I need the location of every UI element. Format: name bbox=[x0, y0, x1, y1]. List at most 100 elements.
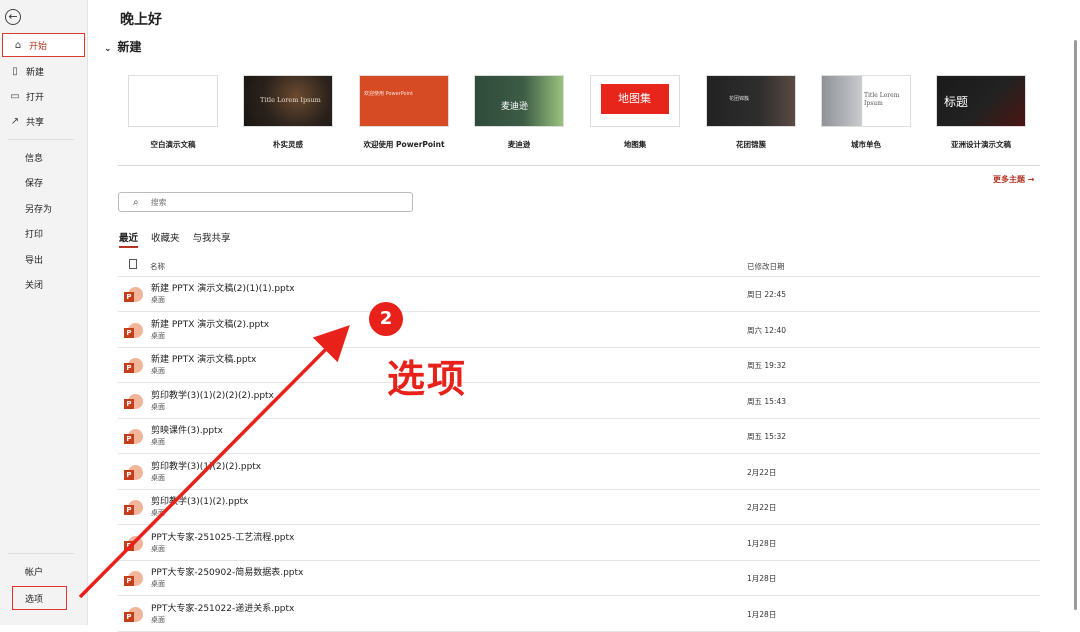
nav-new[interactable]: ▯ 新建 bbox=[0, 59, 87, 83]
nav-home-label: 开始 bbox=[29, 41, 48, 52]
file-name: 新建 PPTX 演示文稿(2)(1)(1).pptx bbox=[151, 284, 295, 294]
arrow-left-icon[interactable]: ← bbox=[5, 9, 21, 25]
annotation-label: 选项 bbox=[387, 357, 468, 401]
document-icon bbox=[129, 259, 137, 269]
template-thumb-text: Title Lorem Ipsum bbox=[864, 92, 900, 107]
tab-recent[interactable]: 最近 bbox=[119, 230, 139, 248]
template-atlas[interactable]: 地图集 地图集 bbox=[590, 75, 680, 150]
template-gallery: 空白演示文稿 Title Lorem Ipsum 朴实灵感 欢迎使用 Power… bbox=[128, 75, 1028, 155]
backstage-sidebar: ← ⌂ 开始 ▯ 新建 ▭ 打开 ↗ 共享 信息 保存 另存为 打印 导出 关闭… bbox=[0, 0, 88, 625]
column-modified[interactable]: 已修改日期 bbox=[747, 261, 785, 272]
file-row[interactable]: P 剪印教学(3)(1)(2)(2).pptx 桌面 2月22日 bbox=[118, 454, 1040, 490]
nav-save-as[interactable]: 另存为 bbox=[0, 196, 87, 220]
new-section-toggle[interactable]: ⌄ 新建 bbox=[104, 38, 142, 55]
file-location: 桌面 bbox=[151, 296, 165, 304]
backstage-main: 晚上好 ⌄ 新建 空白演示文稿 Title Lorem Ipsum 朴实灵感 欢迎… bbox=[88, 0, 1080, 632]
nav-options-label: 选项 bbox=[25, 594, 44, 605]
nav-options[interactable]: 选项 bbox=[12, 586, 67, 610]
template-thumbnail: Title Lorem Ipsum bbox=[243, 75, 333, 127]
pptx-file-icon: P bbox=[124, 605, 144, 625]
template-blank[interactable]: 空白演示文稿 bbox=[128, 75, 218, 150]
template-thumbnail: 地图集 bbox=[590, 75, 680, 127]
file-modified-date: 1月28日 bbox=[747, 574, 777, 583]
sidebar-divider bbox=[8, 139, 74, 140]
template-simple-inspiration[interactable]: Title Lorem Ipsum 朴实灵感 bbox=[243, 75, 333, 150]
file-modified-date: 1月28日 bbox=[747, 538, 777, 548]
search-input[interactable]: ⌕ 搜索 bbox=[118, 192, 413, 212]
new-file-icon: ▯ bbox=[12, 65, 18, 77]
file-modified-date: 周五 15:32 bbox=[747, 432, 786, 441]
nav-save-label: 保存 bbox=[25, 178, 44, 189]
nav-new-label: 新建 bbox=[26, 67, 45, 78]
file-row[interactable]: P 新建 PPTX 演示文稿(2).pptx 桌面 周六 12:40 bbox=[118, 312, 1040, 348]
search-icon: ⌕ bbox=[133, 196, 139, 208]
template-flowers[interactable]: 花团锦簇 花团锦簇 bbox=[706, 75, 796, 150]
file-row[interactable]: P 新建 PPTX 演示文稿(2)(1)(1).pptx 桌面 周日 22:45 bbox=[118, 276, 1040, 312]
tab-favorites[interactable]: 收藏夹 bbox=[151, 230, 180, 246]
file-modified-date: 周六 12:40 bbox=[747, 325, 786, 335]
file-location: 桌面 bbox=[151, 473, 165, 482]
nav-open[interactable]: ▭ 打开 bbox=[0, 84, 87, 108]
template-thumbnail: 标题 bbox=[936, 75, 1026, 127]
file-name: PPT大专家-250902-简易数据表.pptx bbox=[151, 568, 304, 578]
file-name: 新建 PPTX 演示文稿.pptx bbox=[151, 355, 257, 365]
nav-share[interactable]: ↗ 共享 bbox=[0, 109, 87, 133]
pptx-file-icon: P bbox=[124, 534, 144, 554]
file-row[interactable]: P 剪印教学(3)(1)(2).pptx 桌面 2月22日 bbox=[118, 489, 1040, 525]
file-tabs: 最近 收藏夹 与我共享 bbox=[119, 230, 244, 248]
template-thumb-text: 麦迪逊 bbox=[501, 102, 529, 112]
file-row[interactable]: P PPT大专家-251022-递进关系.pptx 桌面 1月28日 bbox=[118, 596, 1040, 632]
tab-shared-with-me[interactable]: 与我共享 bbox=[193, 230, 231, 246]
nav-print[interactable]: 打印 bbox=[0, 221, 87, 245]
template-label: 城市单色 bbox=[851, 140, 881, 149]
file-list-header: 名称 已修改日期 bbox=[118, 256, 1040, 277]
more-themes-link[interactable]: 更多主题 → bbox=[993, 174, 1035, 185]
template-label: 花团锦簇 bbox=[736, 140, 766, 149]
file-location: 桌面 bbox=[151, 615, 165, 624]
search-placeholder: 搜索 bbox=[150, 197, 167, 207]
template-thumbnail: 麦迪逊 bbox=[474, 75, 564, 127]
nav-close[interactable]: 关闭 bbox=[0, 272, 87, 296]
file-row[interactable]: P PPT大专家-251025-工艺流程.pptx 桌面 1月28日 bbox=[118, 525, 1040, 561]
nav-share-label: 共享 bbox=[26, 117, 45, 128]
nav-export[interactable]: 导出 bbox=[0, 247, 87, 271]
file-modified-date: 2月22日 bbox=[747, 467, 777, 477]
nav-export-label: 导出 bbox=[25, 255, 44, 266]
template-welcome-powerpoint[interactable]: 欢迎使用 PowerPoint 欢迎使用 PowerPoint bbox=[359, 75, 449, 150]
pptx-file-icon: P bbox=[124, 356, 144, 376]
nav-info[interactable]: 信息 bbox=[0, 145, 87, 169]
nav-account[interactable]: 帐户 bbox=[0, 559, 87, 583]
nav-save[interactable]: 保存 bbox=[0, 170, 87, 194]
template-thumbnail: 欢迎使用 PowerPoint bbox=[359, 75, 449, 127]
template-label: 麦迪逊 bbox=[507, 140, 531, 149]
file-name: PPT大专家-251022-递进关系.pptx bbox=[151, 603, 295, 614]
file-location: 桌面 bbox=[151, 367, 165, 375]
greeting: 晚上好 bbox=[120, 12, 162, 28]
file-modified-date: 周日 22:45 bbox=[747, 290, 786, 299]
template-thumbnail: Title Lorem Ipsum bbox=[821, 75, 911, 127]
file-row[interactable]: P 新建 PPTX 演示文稿.pptx 桌面 周五 19:32 bbox=[118, 347, 1040, 383]
file-row[interactable]: P 剪印教学(3)(1)(2)(2)(2).pptx 桌面 周五 15:43 bbox=[118, 383, 1040, 419]
column-name[interactable]: 名称 bbox=[150, 261, 165, 272]
nav-open-label: 打开 bbox=[26, 92, 45, 103]
file-location: 桌面 bbox=[151, 544, 165, 553]
file-name: 新建 PPTX 演示文稿(2).pptx bbox=[151, 319, 270, 330]
file-location: 桌面 bbox=[151, 402, 165, 411]
template-thumb-text: 花团锦簇 bbox=[729, 96, 750, 102]
home-icon: ⌂ bbox=[14, 39, 22, 51]
file-row[interactable]: P 剪映课件(3).pptx 桌面 周五 15:32 bbox=[118, 418, 1040, 454]
template-madison[interactable]: 麦迪逊 麦迪逊 bbox=[474, 75, 564, 150]
nav-home[interactable]: ⌂ 开始 bbox=[2, 33, 85, 57]
template-label: 地图集 bbox=[623, 140, 647, 149]
template-asian-design[interactable]: 标题 亚洲设计演示文稿 bbox=[936, 75, 1026, 150]
scrollbar[interactable] bbox=[1074, 40, 1077, 610]
share-icon: ↗ bbox=[10, 115, 20, 127]
template-label: 欢迎使用 PowerPoint bbox=[363, 140, 445, 149]
file-modified-date: 2月22日 bbox=[747, 503, 777, 512]
nav-print-label: 打印 bbox=[25, 229, 44, 240]
sidebar-divider bbox=[8, 553, 74, 554]
template-city-mono[interactable]: Title Lorem Ipsum 城市单色 bbox=[821, 75, 911, 150]
annotation-step-number: 2 bbox=[369, 302, 403, 336]
file-row[interactable]: P PPT大专家-250902-简易数据表.pptx 桌面 1月28日 bbox=[118, 560, 1040, 596]
folder-open-icon: ▭ bbox=[10, 90, 20, 102]
